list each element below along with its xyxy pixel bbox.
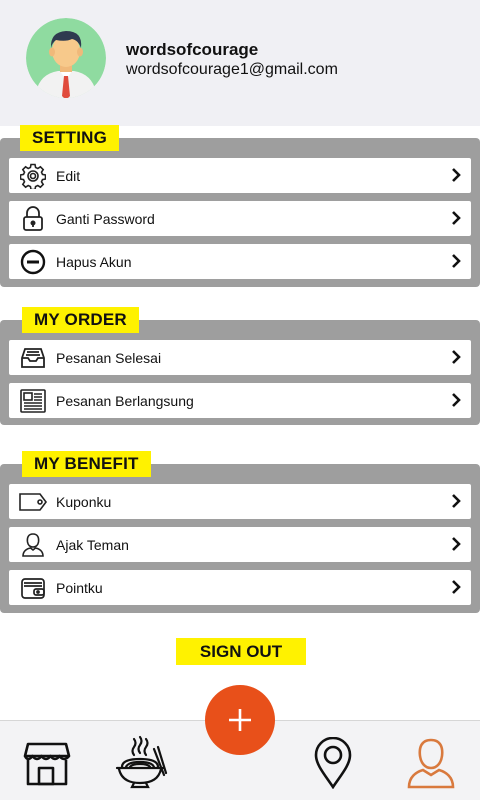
username: wordsofcourage <box>126 40 259 59</box>
add-button[interactable] <box>205 685 275 755</box>
chevron-right-icon <box>452 254 461 268</box>
section-title-my-order: MY ORDER <box>22 307 139 333</box>
noodle-bowl-icon <box>115 735 168 789</box>
person-icon <box>18 530 48 560</box>
chevron-right-icon <box>452 168 461 182</box>
lock-icon <box>18 204 48 234</box>
menu-item-label: Pesanan Selesai <box>56 349 162 366</box>
profile-icon <box>407 738 455 789</box>
chevron-right-icon <box>452 350 461 364</box>
menu-item-ganti-password[interactable]: Ganti Password <box>9 201 471 236</box>
menu-item-label: Pointku <box>56 579 103 596</box>
my-order-panel: Pesanan Selesai Pesanan Berlangsung <box>0 320 480 425</box>
user-avatar-icon <box>26 18 106 98</box>
chevron-right-icon <box>452 580 461 594</box>
menu-item-label: Ajak Teman <box>56 536 129 553</box>
profile-header: wordsofcourage wordsofcourage1@gmail.com <box>0 0 480 126</box>
gear-icon <box>18 161 48 191</box>
menu-item-label: Ganti Password <box>56 210 155 227</box>
chevron-right-icon <box>452 211 461 225</box>
store-icon <box>23 742 71 786</box>
menu-item-pointku[interactable]: Pointku <box>9 570 471 605</box>
section-title-my-benefit: MY BENEFIT <box>22 451 151 477</box>
newspaper-icon <box>18 386 48 416</box>
menu-item-pesanan-selesai[interactable]: Pesanan Selesai <box>9 340 471 375</box>
map-pin-icon <box>314 737 352 789</box>
menu-item-pesanan-berlangsung[interactable]: Pesanan Berlangsung <box>9 383 471 418</box>
sign-out-button[interactable]: SIGN OUT <box>176 638 306 665</box>
inbox-tray-icon <box>18 343 48 373</box>
menu-item-label: Hapus Akun <box>56 253 132 270</box>
my-benefit-panel: Kuponku Ajak Teman Pointku <box>0 464 480 613</box>
menu-item-label: Edit <box>56 167 81 184</box>
menu-item-label: Pesanan Berlangsung <box>56 392 194 409</box>
nav-location[interactable] <box>305 735 361 791</box>
nav-store[interactable] <box>19 735 75 791</box>
minus-circle-icon <box>18 247 48 277</box>
chevron-right-icon <box>452 537 461 551</box>
avatar[interactable] <box>26 18 106 98</box>
chevron-right-icon <box>452 393 461 407</box>
menu-item-edit[interactable]: Edit <box>9 158 471 193</box>
user-email: wordsofcourage1@gmail.com <box>126 61 338 78</box>
menu-item-ajak-teman[interactable]: Ajak Teman <box>9 527 471 562</box>
tag-icon <box>18 487 48 517</box>
plus-icon <box>229 709 251 731</box>
section-title-setting: SETTING <box>20 125 120 151</box>
menu-item-label: Kuponku <box>56 493 112 510</box>
chevron-right-icon <box>452 494 461 508</box>
nav-profile[interactable] <box>403 735 459 791</box>
setting-panel: Edit Ganti Password Hapus Akun <box>0 138 480 287</box>
nav-food[interactable] <box>112 735 168 791</box>
menu-item-hapus-akun[interactable]: Hapus Akun <box>9 244 471 279</box>
menu-item-kuponku[interactable]: Kuponku <box>9 484 471 519</box>
wallet-icon <box>18 573 48 603</box>
